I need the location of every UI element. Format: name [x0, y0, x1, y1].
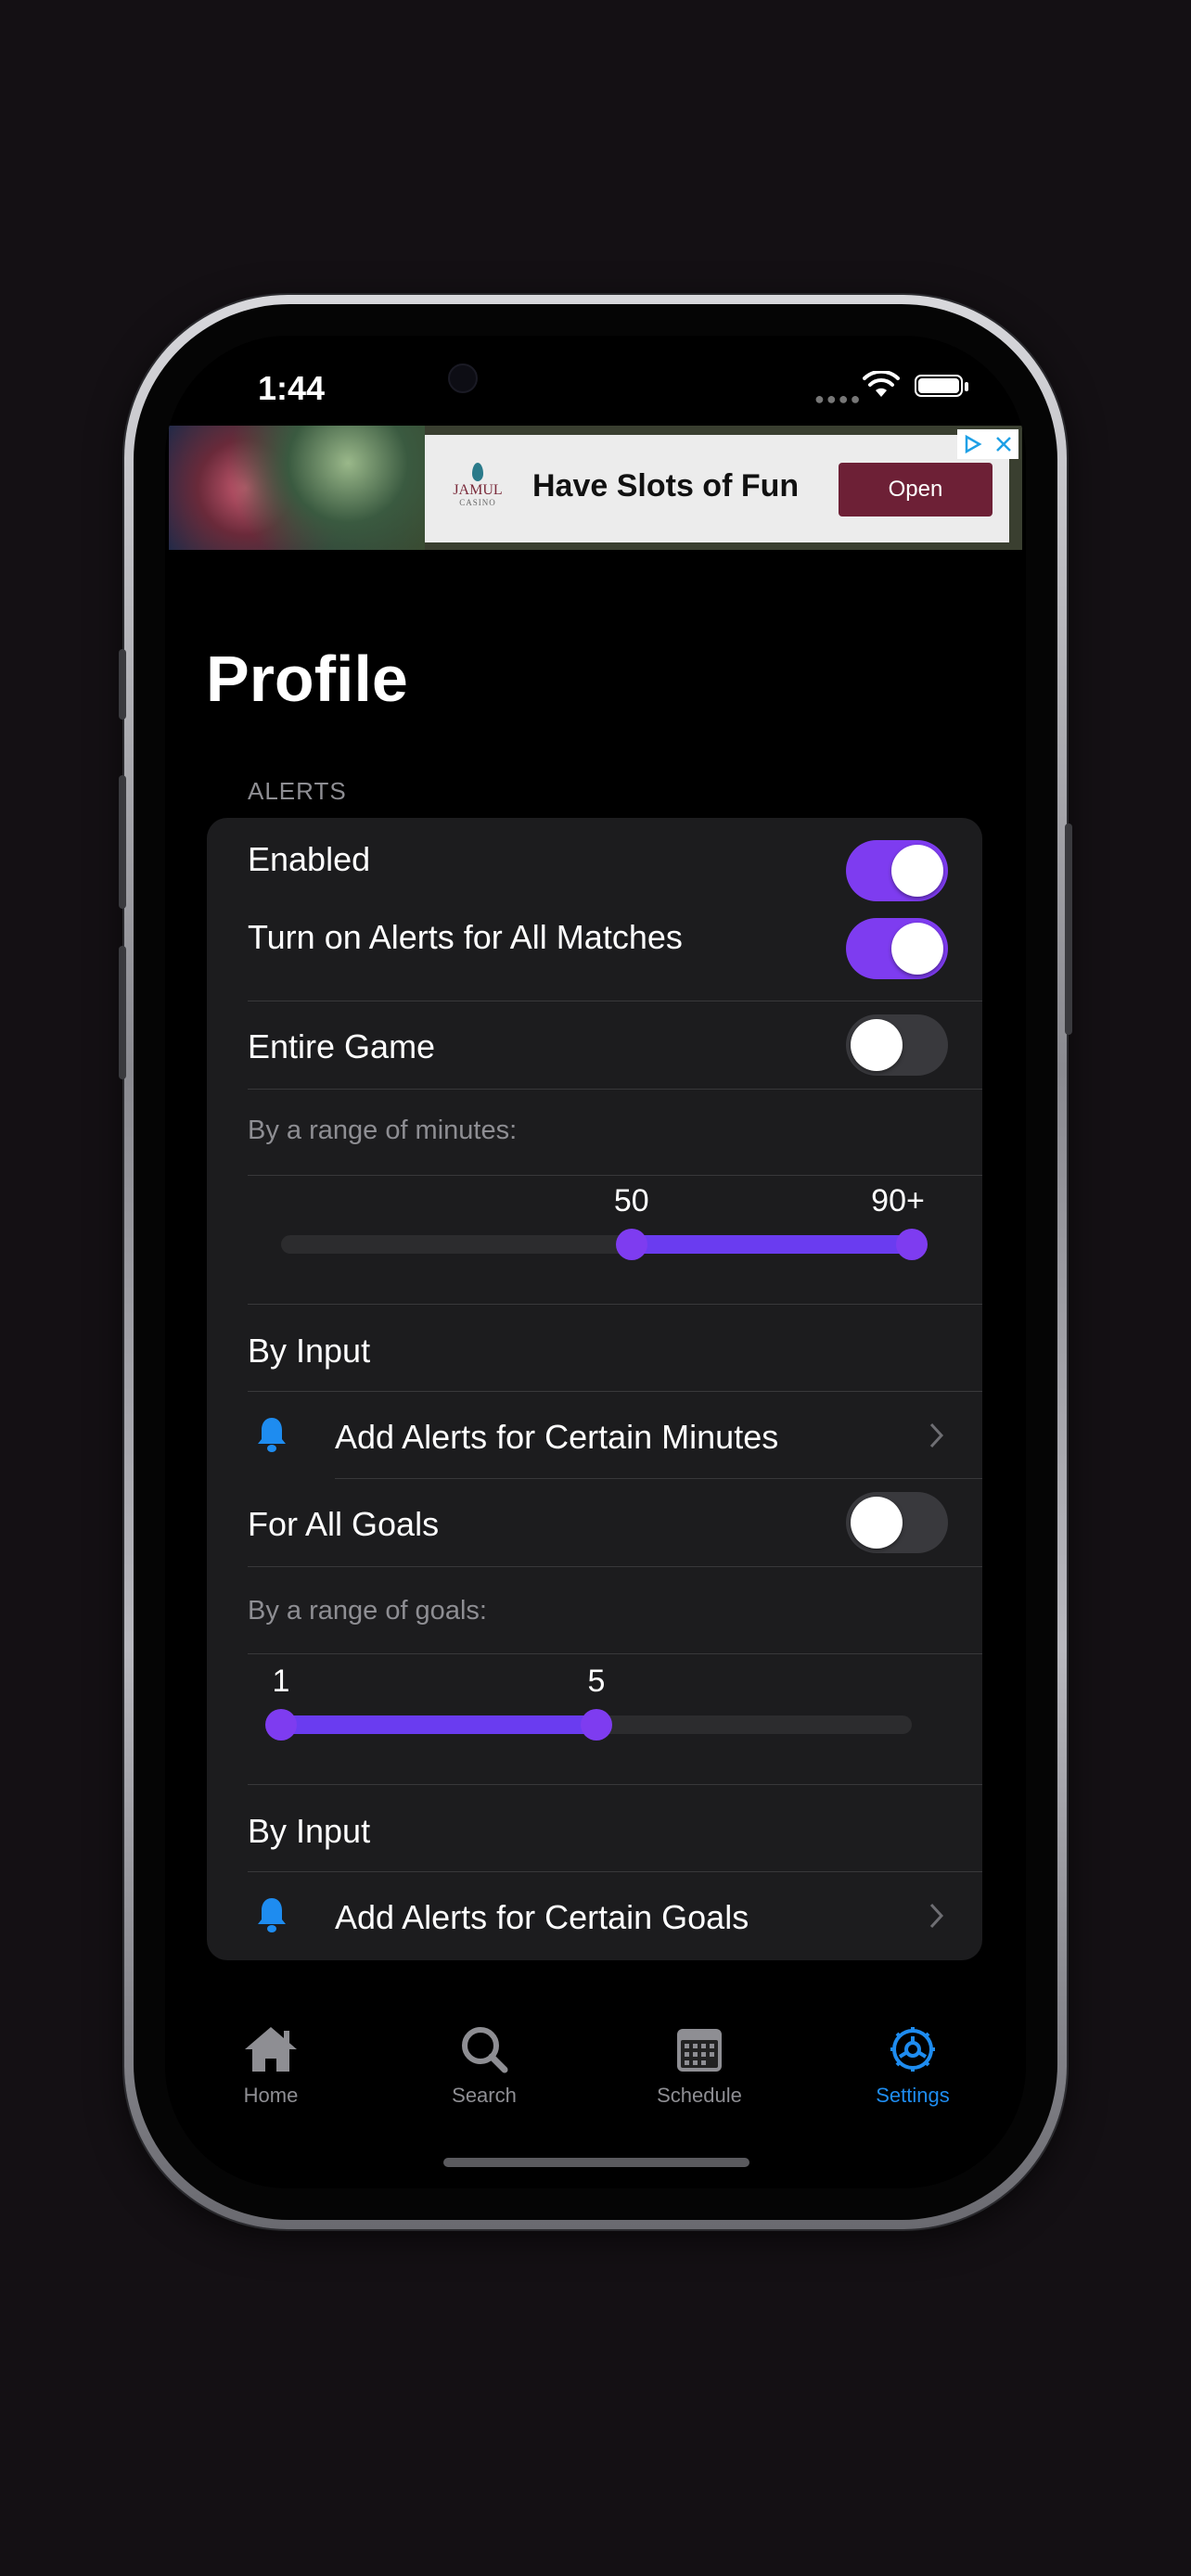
ad-banner[interactable]: JAMUL CASINO Have Slots of Fun Open — [169, 426, 1022, 550]
ad-card[interactable]: JAMUL CASINO Have Slots of Fun Open — [425, 435, 1009, 542]
all-matches-toggle[interactable] — [846, 918, 948, 979]
battery-icon — [915, 375, 963, 397]
goals-high-thumb[interactable] — [581, 1709, 612, 1741]
ad-open-button[interactable]: Open — [839, 463, 992, 516]
side-button-volume-down — [119, 946, 126, 1079]
chevron-right-icon — [929, 1903, 944, 1929]
enabled-label: Enabled — [248, 840, 371, 878]
cellular-signal-icon: ●●●● — [814, 389, 863, 408]
goals-range-label: By a range of goals: — [248, 1596, 487, 1626]
ad-logo-subtext: CASINO — [459, 498, 496, 507]
add-minutes-alert-row[interactable]: Add Alerts for Certain Minutes — [207, 1392, 982, 1479]
goals-high-value: 5 — [587, 1664, 606, 1699]
tab-home-label: Home — [243, 2084, 299, 2107]
add-minutes-alert-label: Add Alerts for Certain Minutes — [335, 1418, 779, 1456]
tab-schedule[interactable]: Schedule — [625, 2023, 774, 2108]
minutes-slider-fill — [631, 1235, 912, 1254]
entire-game-toggle[interactable] — [846, 1014, 948, 1076]
goals-low-value: 1 — [272, 1664, 290, 1699]
row-entire-game: Entire Game — [207, 1001, 982, 1089]
ad-logo: JAMUL CASINO — [445, 463, 510, 507]
row-all-matches: Turn on Alerts for All Matches — [207, 896, 982, 979]
goals-low-thumb[interactable] — [265, 1709, 297, 1741]
ad-choices-icon[interactable] — [963, 434, 983, 454]
tab-settings[interactable]: Settings — [839, 2023, 987, 2108]
toggle-knob — [851, 1497, 903, 1549]
tab-bar: Home Search Schedule Settings — [165, 2023, 1026, 2135]
wifi-icon — [863, 371, 900, 397]
goals-slider-track[interactable] — [265, 1709, 912, 1741]
ad-choices[interactable] — [957, 429, 1018, 459]
ad-logo-text: JAMUL — [453, 482, 503, 498]
status-bar: 1:44 ●●●● — [165, 336, 1026, 428]
alerts-card: Enabled Turn on Alerts for All Matches E… — [207, 818, 982, 1960]
all-goals-label: For All Goals — [248, 1505, 440, 1543]
row-all-goals: For All Goals — [207, 1479, 982, 1566]
battery-tip — [965, 382, 968, 391]
bell-icon — [258, 1898, 286, 1932]
front-camera — [448, 363, 478, 393]
tab-settings-label: Settings — [876, 2084, 950, 2107]
divider — [248, 1784, 982, 1785]
toggle-knob — [891, 845, 943, 897]
goals-range-slider[interactable]: 1 5 — [207, 1654, 982, 1782]
add-goals-alert-row[interactable]: Add Alerts for Certain Goals — [207, 1872, 982, 1959]
divider — [248, 1089, 982, 1090]
minutes-range-slider[interactable]: 50 90+ — [207, 1176, 982, 1304]
ad-logo-mark — [472, 463, 483, 481]
gear-icon — [890, 2027, 935, 2072]
calendar-icon — [677, 2029, 722, 2072]
minutes-high-value: 90+ — [871, 1183, 925, 1218]
row-enabled: Enabled — [207, 818, 982, 901]
toggle-knob — [891, 923, 943, 975]
house-icon — [245, 2027, 297, 2072]
enabled-toggle[interactable] — [846, 840, 948, 901]
screen: 1:44 ●●●● JAMUL CASINO Have Slots of Fun… — [165, 336, 1026, 2188]
ad-close-icon[interactable] — [994, 435, 1013, 453]
side-button-volume-up — [119, 775, 126, 909]
ad-photo[interactable] — [169, 426, 425, 550]
add-goals-alert-label: Add Alerts for Certain Goals — [335, 1898, 749, 1936]
by-input-label-goals: By Input — [248, 1812, 371, 1850]
entire-game-label: Entire Game — [248, 1027, 436, 1065]
minutes-low-value: 50 — [613, 1183, 649, 1218]
all-goals-toggle[interactable] — [846, 1492, 948, 1553]
bell-icon — [258, 1418, 286, 1452]
minutes-high-thumb[interactable] — [896, 1229, 928, 1260]
tab-search-label: Search — [452, 2084, 517, 2107]
side-button-power — [1065, 823, 1072, 1035]
tab-search[interactable]: Search — [410, 2023, 558, 2108]
section-header-alerts: ALERTS — [248, 777, 347, 805]
home-indicator — [443, 2158, 749, 2167]
tab-schedule-label: Schedule — [657, 2084, 742, 2107]
status-time: 1:44 — [258, 369, 326, 407]
divider — [248, 1566, 982, 1567]
page-title: Profile — [206, 643, 408, 715]
ad-headline: Have Slots of Fun — [532, 468, 800, 504]
tab-home[interactable]: Home — [197, 2023, 345, 2108]
magnifier-icon — [462, 2027, 508, 2073]
by-input-label-minutes: By Input — [248, 1332, 371, 1370]
toggle-knob — [851, 1019, 903, 1071]
all-matches-label: Turn on Alerts for All Matches — [248, 918, 683, 956]
divider — [248, 1304, 982, 1305]
goals-slider-fill — [281, 1715, 596, 1734]
side-button-mute — [119, 649, 126, 720]
minutes-low-thumb[interactable] — [615, 1229, 647, 1260]
chevron-right-icon — [929, 1422, 944, 1448]
minutes-slider-track[interactable] — [281, 1229, 928, 1260]
minutes-range-label: By a range of minutes: — [248, 1116, 518, 1145]
